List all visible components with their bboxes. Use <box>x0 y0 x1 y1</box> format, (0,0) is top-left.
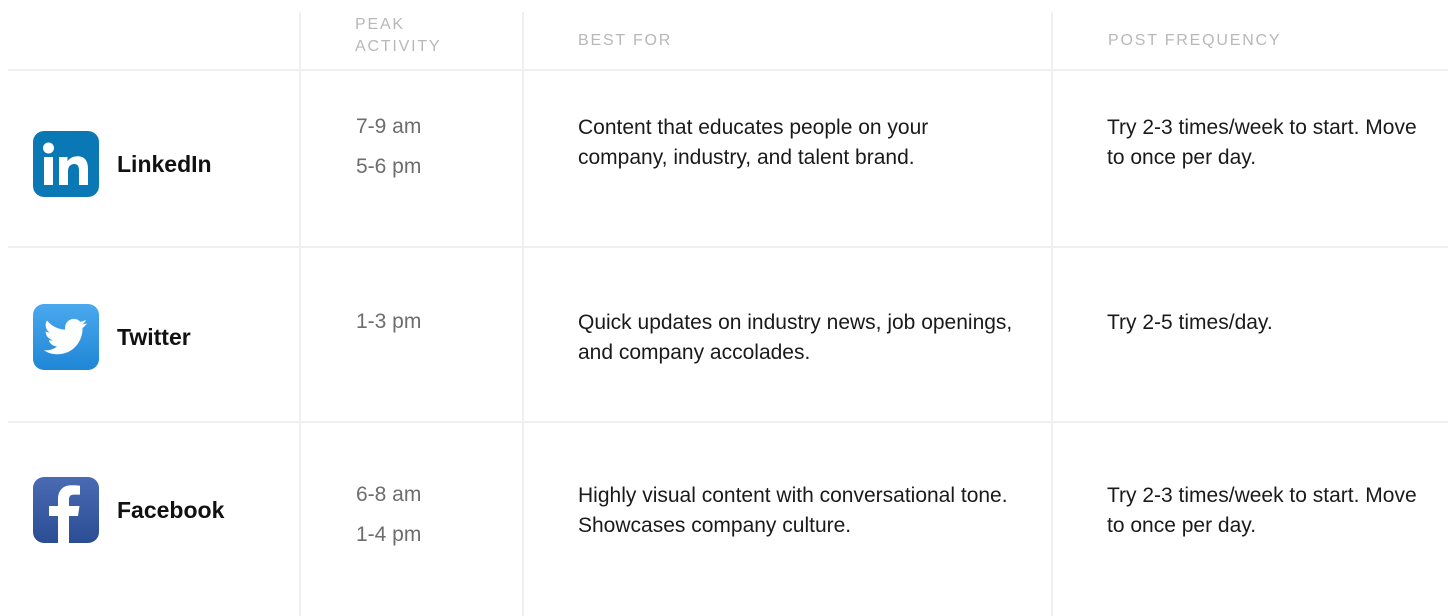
header-peak-activity-line1: PEAK <box>355 16 405 33</box>
platform-cell: LinkedIn <box>33 131 212 197</box>
twitter-bird-icon <box>33 304 99 370</box>
platform-name: Facebook <box>117 496 225 523</box>
header-peak-activity: PEAK ACTIVITY <box>355 14 441 58</box>
facebook-icon <box>33 477 99 543</box>
post-frequency-cell: Try 2-5 times/day. <box>1107 311 1273 334</box>
peak-time: 5-6 pm <box>356 155 422 178</box>
peak-activity-cell: 1-3 pm <box>356 302 421 342</box>
platform-cell: Facebook <box>33 477 224 543</box>
peak-time: 1-4 pm <box>356 523 422 546</box>
table-row: Facebook 6-8 am 1-4 pm Highly visual con… <box>0 423 1448 616</box>
post-frequency-cell: Try 2-3 times/week to start. Move to onc… <box>1107 116 1417 169</box>
table-row: LinkedIn 7-9 am 5-6 pm Content that educ… <box>0 71 1448 246</box>
best-for-cell: Quick updates on industry news, job open… <box>578 311 1013 364</box>
platform-name: LinkedIn <box>117 150 212 177</box>
post-frequency-cell: Try 2-3 times/week to start. Move to onc… <box>1107 484 1417 537</box>
peak-time: 1-3 pm <box>356 310 422 333</box>
peak-activity-cell: 6-8 am 1-4 pm <box>356 475 421 555</box>
peak-time: 6-8 am <box>356 483 422 506</box>
table-row: Twitter 1-3 pm Quick updates on industry… <box>0 248 1448 421</box>
best-for-cell: Highly visual content with conversationa… <box>578 484 1008 537</box>
platform-cell: Twitter <box>33 304 191 370</box>
header-peak-activity-line2: ACTIVITY <box>355 38 442 55</box>
peak-activity-cell: 7-9 am 5-6 pm <box>356 107 421 187</box>
social-posting-guide-table: PEAK ACTIVITY BEST FOR POST FREQUENCY Li… <box>0 0 1448 616</box>
best-for-cell: Content that educates people on your com… <box>578 116 929 169</box>
linkedin-icon <box>33 131 99 197</box>
header-post-frequency: POST FREQUENCY <box>1108 32 1282 49</box>
header-best-for: BEST FOR <box>578 32 673 49</box>
platform-name: Twitter <box>117 323 191 350</box>
peak-time: 7-9 am <box>356 115 422 138</box>
